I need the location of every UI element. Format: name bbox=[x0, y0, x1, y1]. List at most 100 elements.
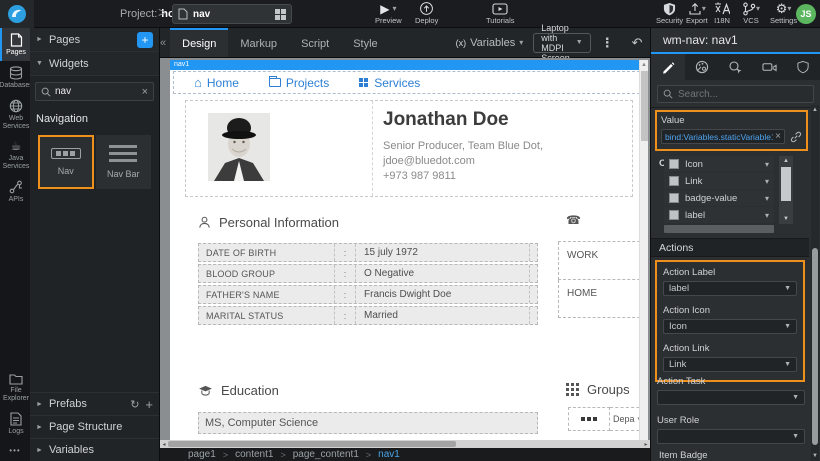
table-row[interactable]: DATE OF BIRTH : 15 july 1972 bbox=[198, 243, 538, 262]
section-pages[interactable]: ► Pages + bbox=[30, 28, 159, 52]
personal-info-panel[interactable]: Personal Information DATE OF BIRTH : 15 … bbox=[185, 205, 548, 327]
action-link-select[interactable]: Link ▼ bbox=[663, 357, 797, 372]
tutorials-button[interactable]: Tutorials bbox=[486, 2, 514, 25]
widget-search-box[interactable]: × bbox=[35, 82, 154, 101]
chevron-down-icon[interactable]: ▾ bbox=[765, 194, 769, 203]
section-page-structure[interactable]: ► Page Structure bbox=[30, 415, 159, 438]
tab-events[interactable] bbox=[719, 54, 753, 80]
order-by-item-partial[interactable] bbox=[664, 225, 774, 233]
chevron-down-icon[interactable]: ▾ bbox=[765, 160, 769, 169]
table-row[interactable]: FATHER'S NAME : Francis Dwight Doe bbox=[198, 285, 538, 304]
deploy-button[interactable]: Deploy bbox=[415, 2, 438, 25]
undo-icon[interactable]: ↶ bbox=[632, 35, 643, 51]
breadcrumb-content1[interactable]: content1 bbox=[235, 449, 273, 460]
nav-item-services[interactable]: Services bbox=[359, 76, 420, 90]
chevron-down-icon[interactable]: ▾ bbox=[765, 177, 769, 186]
scroll-up-icon[interactable]: ▲ bbox=[640, 60, 648, 70]
order-by-item-link[interactable]: Link ▾ bbox=[664, 173, 774, 189]
groups-dots-cell[interactable] bbox=[568, 407, 610, 431]
settings-button[interactable]: ⚙ ▾ Settings bbox=[770, 2, 797, 25]
contact-panel[interactable]: ☎ WORK HOME bbox=[558, 205, 648, 318]
i18n-button[interactable]: I18N bbox=[714, 2, 730, 25]
education-entry[interactable]: MS, Computer Science bbox=[198, 412, 538, 434]
order-by-item-badge-value[interactable]: badge-value ▾ bbox=[664, 190, 774, 206]
user-role-select[interactable]: ▼ bbox=[657, 429, 805, 444]
widget-tile-nav-bar[interactable]: Nav Bar bbox=[96, 135, 151, 189]
add-prefab-icon[interactable]: + bbox=[145, 397, 153, 412]
page-vertical-scrollbar[interactable]: ▲ bbox=[639, 60, 648, 440]
checkbox[interactable] bbox=[669, 159, 679, 169]
scrollbar-thumb[interactable] bbox=[641, 71, 648, 141]
contact-row-home[interactable]: HOME bbox=[558, 280, 648, 318]
profile-photo-cell[interactable] bbox=[186, 101, 373, 196]
bind-link-icon[interactable] bbox=[790, 131, 802, 143]
tab-style[interactable]: Style bbox=[341, 28, 389, 57]
inspector-scrollbar[interactable]: ▲ ▼ bbox=[811, 105, 819, 461]
nav-widget[interactable]: ⌂ Home Projects Services bbox=[172, 70, 646, 95]
refresh-prefabs-icon[interactable]: ↻ bbox=[130, 398, 139, 411]
properties-search-box[interactable] bbox=[657, 85, 814, 103]
preview-button[interactable]: ▶ ▾ Preview bbox=[375, 2, 402, 25]
order-by-item-label[interactable]: label ▾ bbox=[664, 207, 774, 223]
device-selector[interactable]: Laptop with MDPI Screen ▼ bbox=[533, 33, 590, 53]
scrollbar-thumb[interactable] bbox=[812, 248, 818, 445]
checkbox[interactable] bbox=[669, 210, 679, 220]
checkbox[interactable] bbox=[669, 193, 679, 203]
section-widgets[interactable]: ▼ Widgets bbox=[30, 52, 159, 76]
section-variables[interactable]: ► Variables bbox=[30, 438, 159, 461]
scroll-up-icon[interactable]: ▲ bbox=[779, 156, 793, 166]
tab-properties[interactable] bbox=[651, 54, 685, 80]
breadcrumb-nav1[interactable]: nav1 bbox=[378, 449, 400, 460]
tab-device[interactable] bbox=[752, 54, 786, 80]
wavemaker-logo[interactable] bbox=[0, 0, 34, 28]
add-page-button[interactable]: + bbox=[137, 32, 153, 48]
chevron-down-icon[interactable]: ▾ bbox=[765, 211, 769, 220]
tab-design[interactable]: Design bbox=[170, 28, 228, 57]
scroll-left-icon[interactable]: ◂ bbox=[160, 441, 168, 448]
value-input-wrap[interactable]: × bbox=[661, 129, 785, 144]
scrollbar-thumb[interactable] bbox=[168, 441, 456, 447]
scroll-down-icon[interactable]: ▼ bbox=[779, 214, 793, 224]
order-by-item-icon[interactable]: Icon ▾ bbox=[664, 156, 774, 172]
tab-markup[interactable]: Markup bbox=[228, 28, 289, 57]
kebab-menu-icon[interactable]: ⋮ bbox=[601, 35, 614, 51]
user-avatar[interactable]: JS bbox=[796, 4, 816, 24]
canvas-horizontal-scrollbar[interactable]: ◂ ▸ bbox=[160, 440, 650, 448]
action-task-select[interactable]: ▼ bbox=[657, 390, 805, 405]
tab-styles[interactable] bbox=[685, 54, 719, 80]
groups-panel[interactable]: Groups Depa ▾ bbox=[558, 372, 648, 431]
contact-row-work[interactable]: WORK bbox=[558, 242, 648, 280]
clear-value-icon[interactable]: × bbox=[775, 132, 781, 142]
profile-panel[interactable]: Jonathan Doe Senior Producer, Team Blue … bbox=[185, 100, 633, 197]
widget-tile-nav[interactable]: Nav bbox=[38, 135, 94, 189]
breadcrumb-page1[interactable]: page1 bbox=[188, 449, 216, 460]
nav-item-projects[interactable]: Projects bbox=[269, 76, 329, 90]
action-icon-select[interactable]: Icon ▼ bbox=[663, 319, 797, 334]
page-selector[interactable] bbox=[172, 4, 292, 24]
value-bind-input[interactable] bbox=[665, 132, 773, 142]
security-button[interactable]: Security bbox=[656, 2, 683, 25]
breadcrumb-page-content1[interactable]: page_content1 bbox=[293, 449, 359, 460]
table-row[interactable]: MARITAL STATUS : Married bbox=[198, 306, 538, 325]
more-options-icon[interactable]: ••• bbox=[0, 440, 30, 461]
sidebar-item-logs[interactable]: Logs bbox=[0, 407, 30, 440]
scrollbar-thumb[interactable] bbox=[781, 167, 791, 201]
variables-dropdown[interactable]: (x) Variables ▾ bbox=[456, 28, 524, 57]
section-prefabs[interactable]: ► Prefabs ↻ + bbox=[30, 392, 159, 415]
sidebar-item-java-services[interactable]: ☕ Java Services bbox=[0, 135, 30, 175]
selected-widget-tag[interactable]: nav1 bbox=[170, 60, 648, 70]
widget-grid-icon[interactable] bbox=[275, 9, 286, 20]
checkbox[interactable] bbox=[669, 176, 679, 186]
page-preview[interactable]: nav1 ⌂ Home Projects Services bbox=[170, 60, 648, 440]
tab-security[interactable] bbox=[786, 54, 820, 80]
widget-search-input[interactable] bbox=[55, 86, 138, 97]
export-button[interactable]: ▾ Export bbox=[686, 2, 708, 25]
sidebar-item-databases[interactable]: Databases bbox=[0, 61, 30, 94]
scroll-up-icon[interactable]: ▲ bbox=[811, 105, 819, 115]
sidebar-item-file-explorer[interactable]: File Explorer bbox=[0, 368, 30, 407]
tab-script[interactable]: Script bbox=[289, 28, 341, 57]
order-list-scrollbar[interactable]: ▲ ▼ bbox=[779, 156, 793, 224]
action-label-select[interactable]: label ▼ bbox=[663, 281, 797, 296]
clear-search-icon[interactable]: × bbox=[142, 86, 148, 98]
sidebar-item-pages[interactable]: Pages bbox=[0, 28, 30, 61]
